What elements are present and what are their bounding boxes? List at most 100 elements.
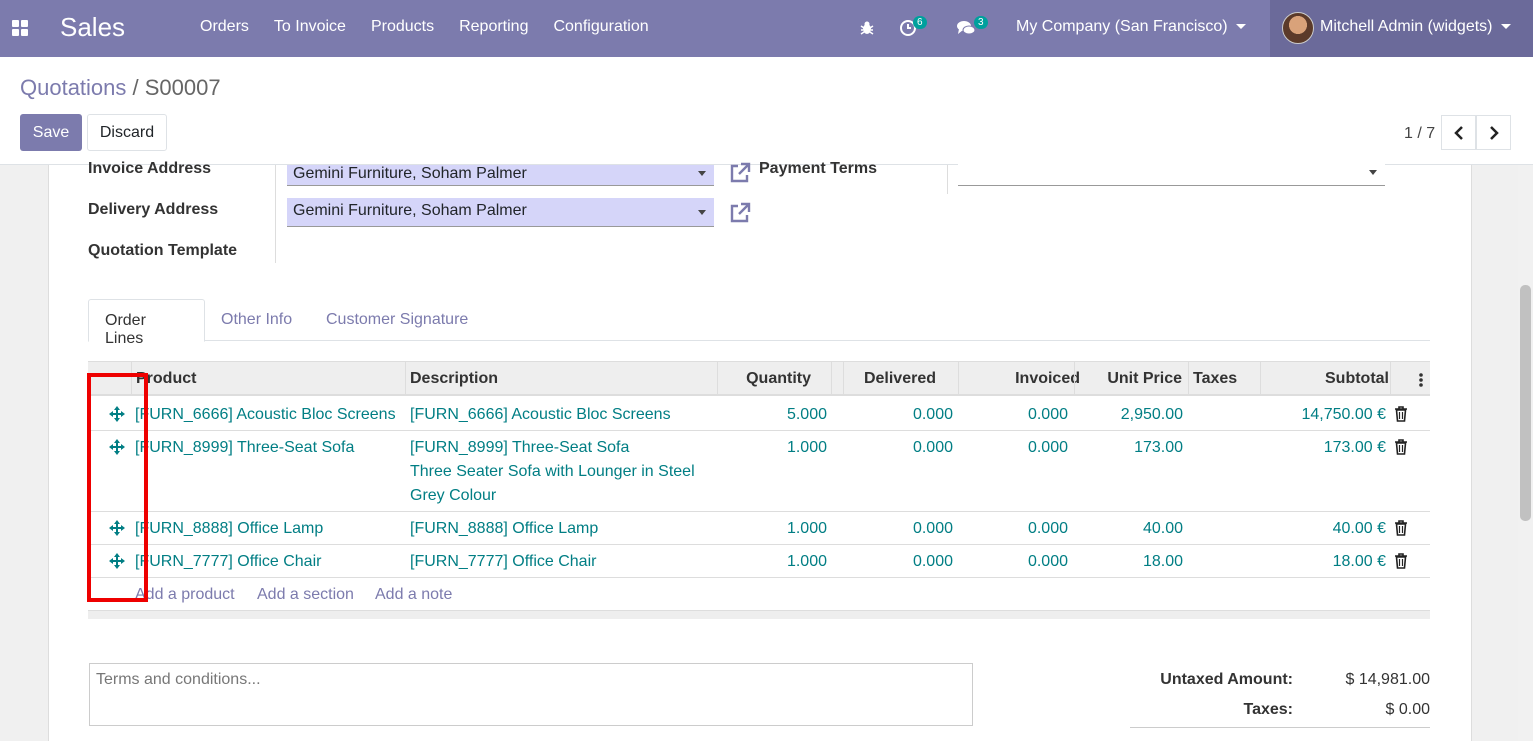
column-divider (1188, 362, 1189, 395)
order-lines-header: Product Description Quantity Delivered I… (88, 361, 1430, 396)
column-divider (405, 362, 406, 395)
delivery-address-label: Delivery Address (88, 201, 219, 218)
product-cell[interactable]: [FURN_6666] Acoustic Bloc Screens (135, 406, 396, 424)
chevron-right-icon (1489, 125, 1499, 140)
trash-icon[interactable] (1394, 520, 1408, 536)
add-note-link[interactable]: Add a note (375, 586, 452, 604)
invoiced-cell[interactable]: 0.000 (958, 439, 1068, 457)
pager-previous-button[interactable] (1441, 115, 1476, 150)
tab-order-lines[interactable]: Order Lines (88, 299, 205, 347)
column-header-delivered[interactable]: Delivered (843, 370, 936, 388)
unit-price-cell[interactable]: 40.00 (1074, 520, 1183, 538)
invoiced-cell[interactable]: 0.000 (958, 553, 1068, 571)
chevron-left-icon (1453, 125, 1463, 140)
message-count-badge: 3 (974, 16, 988, 29)
payment-terms-select[interactable] (958, 162, 1385, 186)
subtotal-cell: 14,750.00 € (1301, 406, 1386, 423)
optional-columns-icon[interactable] (1418, 372, 1424, 388)
breadcrumb-separator: / (126, 75, 145, 100)
external-link-icon[interactable] (728, 201, 752, 225)
caret-down-icon (1235, 24, 1246, 30)
save-button[interactable]: Save (20, 114, 82, 151)
column-divider (831, 362, 832, 395)
caret-down-icon (1500, 24, 1511, 30)
tab-customer-signature[interactable]: Customer Signature (310, 299, 484, 341)
invoice-address-field[interactable]: Gemini Furniture, Soham Palmer (287, 165, 714, 186)
company-switcher[interactable]: My Company (San Francisco) (1016, 18, 1246, 36)
label-divider (275, 165, 276, 263)
invoice-address-value: Gemini Furniture, Soham Palmer (293, 165, 527, 182)
quantity-cell[interactable]: 1.000 (717, 439, 827, 457)
scrollbar-thumb[interactable] (1520, 285, 1531, 521)
discard-button[interactable]: Discard (87, 114, 167, 151)
description-cell[interactable]: [FURN_8888] Office Lamp (410, 520, 598, 538)
delivery-address-value: Gemini Furniture, Soham Palmer (293, 202, 527, 219)
add-product-link[interactable]: Add a product (135, 586, 235, 604)
delivered-cell[interactable]: 0.000 (843, 406, 953, 424)
external-link-icon[interactable] (728, 161, 752, 185)
description-cell[interactable]: [FURN_8999] Three-Seat Sofa (410, 439, 629, 457)
breadcrumb: Quotations / S00007 (20, 75, 221, 101)
row-divider (88, 511, 1430, 512)
menu-products[interactable]: Products (371, 18, 434, 36)
column-divider (1390, 362, 1391, 395)
menu-orders[interactable]: Orders (200, 18, 249, 36)
unit-price-cell[interactable]: 18.00 (1074, 553, 1183, 571)
pager-next-button[interactable] (1476, 115, 1511, 150)
untaxed-amount-value: $ 14,981.00 (1345, 671, 1430, 688)
column-header-subtotal[interactable]: Subtotal (1260, 370, 1389, 388)
quotation-template-label: Quotation Template (88, 242, 238, 259)
breadcrumb-current: S00007 (144, 75, 221, 100)
invoiced-cell[interactable]: 0.000 (958, 520, 1068, 538)
menu-configuration[interactable]: Configuration (553, 18, 648, 36)
column-header-unit-price[interactable]: Unit Price (1074, 370, 1182, 388)
quantity-cell[interactable]: 1.000 (717, 553, 827, 571)
delivered-cell[interactable]: 0.000 (843, 520, 953, 538)
column-header-invoiced[interactable]: Invoiced (958, 370, 1080, 388)
bug-icon[interactable] (859, 20, 875, 36)
product-cell[interactable]: [FURN_7777] Office Chair (135, 553, 321, 571)
product-cell[interactable]: [FURN_8888] Office Lamp (135, 520, 323, 538)
trash-icon[interactable] (1394, 553, 1408, 569)
column-header-taxes[interactable]: Taxes (1193, 370, 1237, 388)
pager-value: 1 / 7 (1404, 125, 1436, 142)
menu-to-invoice[interactable]: To Invoice (274, 18, 346, 36)
delivered-cell[interactable]: 0.000 (843, 439, 953, 457)
unit-price-cell[interactable]: 2,950.00 (1074, 406, 1183, 424)
company-name: My Company (San Francisco) (1016, 18, 1228, 35)
column-header-quantity[interactable]: Quantity (717, 370, 811, 388)
description-cell[interactable]: Grey Colour (410, 487, 496, 505)
subtotal-cell: 40.00 € (1332, 520, 1386, 537)
breadcrumb-quotations[interactable]: Quotations (20, 75, 126, 100)
quantity-cell[interactable]: 5.000 (717, 406, 827, 424)
order-lines-footer (88, 610, 1430, 619)
quantity-cell[interactable]: 1.000 (717, 520, 827, 538)
invoice-address-label: Invoice Address (88, 160, 212, 177)
terms-conditions-field[interactable]: Terms and conditions... (89, 663, 973, 726)
delivered-cell[interactable]: 0.000 (843, 553, 953, 571)
user-menu[interactable]: Mitchell Admin (widgets) (1270, 0, 1533, 57)
menu-reporting[interactable]: Reporting (459, 18, 528, 36)
app-name[interactable]: Sales (60, 12, 125, 43)
dropdown-caret-icon (698, 171, 706, 176)
trash-icon[interactable] (1394, 406, 1408, 422)
add-section-link[interactable]: Add a section (257, 586, 354, 604)
product-cell[interactable]: [FURN_8999] Three-Seat Sofa (135, 439, 354, 457)
description-cell[interactable]: Three Seater Sofa with Lounger in Steel (410, 463, 695, 481)
trash-icon[interactable] (1394, 439, 1408, 455)
invoiced-cell[interactable]: 0.000 (958, 406, 1068, 424)
row-divider (88, 544, 1430, 545)
avatar (1282, 12, 1314, 44)
activity-count-badge: 6 (913, 16, 927, 29)
chat-icon[interactable] (956, 19, 976, 37)
description-cell[interactable]: [FURN_6666] Acoustic Bloc Screens (410, 406, 671, 424)
description-cell[interactable]: [FURN_7777] Office Chair (410, 553, 596, 571)
untaxed-amount-label: Untaxed Amount: (1160, 671, 1293, 688)
delivery-address-field[interactable]: Gemini Furniture, Soham Palmer (287, 198, 714, 227)
apps-grid-icon[interactable] (12, 20, 28, 36)
column-header-description[interactable]: Description (410, 370, 498, 388)
vertical-scrollbar[interactable] (1518, 165, 1533, 741)
unit-price-cell[interactable]: 173.00 (1074, 439, 1183, 457)
tab-other-info[interactable]: Other Info (205, 299, 308, 341)
payment-terms-label: Payment Terms (759, 160, 877, 177)
